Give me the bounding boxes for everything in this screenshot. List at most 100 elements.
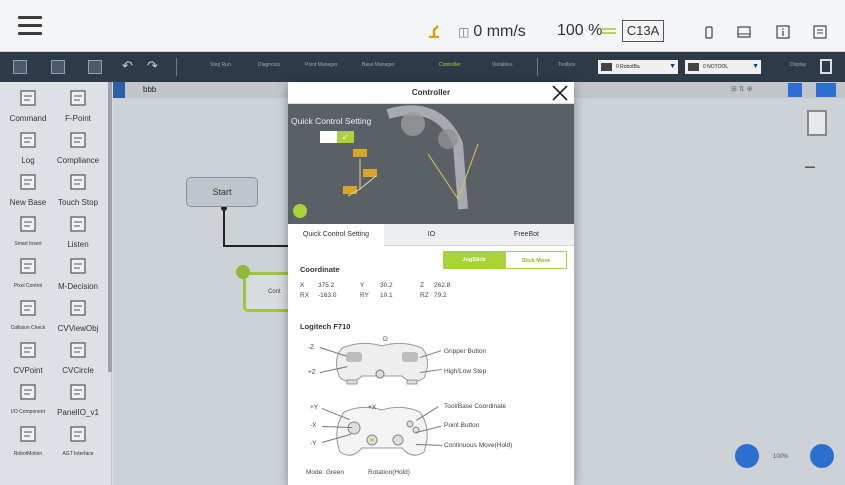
project-tab[interactable]: bbb bbox=[143, 85, 156, 94]
coord-rx-label: RX bbox=[300, 292, 310, 299]
tab-controller[interactable]: Controller bbox=[439, 62, 461, 68]
controller-id-badge[interactable]: C13A bbox=[622, 20, 664, 42]
coord-y-value: 30.2 bbox=[380, 282, 393, 289]
palette-item-label: Compliance bbox=[56, 156, 100, 165]
gamepad-top-image bbox=[336, 342, 428, 385]
palette-item-cv-view[interactable]: CVViewObj bbox=[54, 298, 102, 338]
palette-item-new-base[interactable]: New Base bbox=[4, 172, 52, 212]
palette-item-touch-stop[interactable]: Touch Stop bbox=[54, 172, 102, 212]
palette-item-f-point[interactable]: F-Point bbox=[54, 88, 102, 128]
robot-status-icon bbox=[429, 25, 439, 38]
rotation-label: Rotation(Hold) bbox=[368, 469, 410, 476]
tab-step-run[interactable]: Step Run bbox=[210, 62, 231, 68]
canvas-action-button[interactable] bbox=[788, 83, 802, 97]
start-node[interactable]: Start bbox=[186, 177, 258, 207]
canvas-tools[interactable]: ⊞ ⇅ ⊕ bbox=[731, 85, 753, 93]
coord-z-label: Z bbox=[420, 282, 424, 289]
label-continuous-move: Continuous Move(Hold) bbox=[444, 442, 513, 449]
robot-select[interactable]: 0 RobotBa ▼ bbox=[598, 60, 678, 74]
log-icon bbox=[20, 132, 36, 148]
menu-icon[interactable] bbox=[18, 16, 42, 36]
check-icon: ✓ bbox=[337, 131, 354, 143]
palette-item-io-component[interactable]: I/O Component bbox=[4, 382, 52, 422]
palette-item-cv-point[interactable]: CVPoint bbox=[4, 340, 52, 380]
info-icon[interactable] bbox=[776, 25, 790, 39]
dialog-title: Controller bbox=[411, 88, 451, 97]
cv-circle-icon bbox=[70, 342, 86, 358]
redo-icon[interactable]: ↷ bbox=[147, 58, 158, 74]
speed-percent[interactable]: 100 % bbox=[557, 22, 602, 40]
palette-item-label: M-Decision bbox=[57, 282, 98, 291]
tool-select-value: 0 NOTOOL bbox=[703, 64, 729, 70]
palette-item-collision[interactable]: Collision Check bbox=[4, 298, 52, 338]
flow-connector bbox=[223, 245, 293, 247]
palette-item-log[interactable]: Log bbox=[4, 130, 52, 170]
compliance-icon bbox=[70, 132, 86, 148]
edit-node-icon[interactable] bbox=[236, 265, 250, 279]
chevron-down-icon: ▼ bbox=[752, 63, 759, 70]
m-decision-icon bbox=[70, 258, 86, 274]
tab-io[interactable]: IO bbox=[384, 224, 479, 246]
quick-control-toggle[interactable]: ✓ bbox=[320, 131, 354, 143]
palette-item-command[interactable]: Command bbox=[4, 88, 52, 128]
side-panel-icon[interactable] bbox=[807, 110, 827, 136]
toolbar-divider bbox=[537, 58, 538, 76]
toggle-off-segment bbox=[320, 131, 337, 143]
palette-item-label: F-Point bbox=[65, 114, 91, 123]
tab-diagnosis[interactable]: Diagnosis bbox=[258, 62, 280, 68]
panel-icon[interactable] bbox=[813, 25, 827, 39]
robot-photo: Quick Control Setting ✓ bbox=[288, 104, 574, 224]
listen-icon bbox=[70, 216, 86, 232]
smart-insert-icon bbox=[20, 216, 36, 232]
palette-scrollbar[interactable] bbox=[108, 82, 112, 372]
toolbar: ↶ ↷ Step Run Diagnosis Point Manager Bas… bbox=[0, 52, 845, 82]
open-icon[interactable] bbox=[51, 60, 65, 74]
new-base-icon bbox=[20, 174, 36, 190]
dialog-header: Controller bbox=[288, 82, 574, 104]
palette-item-panel-io[interactable]: PanelIO_v1 bbox=[54, 382, 102, 422]
palette-item-m-decision[interactable]: M-Decision bbox=[54, 256, 102, 296]
coord-z-value: 262.8 bbox=[434, 282, 451, 289]
tool-select-icon bbox=[688, 63, 699, 71]
coord-ry-value: 10.1 bbox=[380, 292, 393, 299]
tab-freebot[interactable]: FreeBot bbox=[479, 224, 574, 246]
close-icon[interactable] bbox=[551, 84, 569, 102]
dialog-tabs: Quick Control Setting IO FreeBot bbox=[288, 224, 574, 246]
tool-select[interactable]: 0 NOTOOL ▼ bbox=[685, 60, 761, 74]
palette-item-smart-insert[interactable]: Smart Insert bbox=[4, 214, 52, 254]
flow-connector bbox=[223, 207, 225, 247]
save-as-icon[interactable] bbox=[88, 60, 102, 74]
palette-item-agt-interface[interactable]: AGT Interface bbox=[54, 424, 102, 464]
layout-icon[interactable] bbox=[820, 59, 832, 74]
tab-variables[interactable]: Variables bbox=[492, 62, 512, 68]
palette-item-pixel-control[interactable]: Pixel Control bbox=[4, 256, 52, 296]
save-icon[interactable] bbox=[13, 60, 27, 74]
palette-item-label: Smart Insert bbox=[14, 241, 42, 247]
undo-icon[interactable]: ↶ bbox=[122, 58, 133, 74]
speed-indicator: ◫ 0 mm/s bbox=[458, 22, 526, 42]
zoom-out-button[interactable] bbox=[735, 444, 759, 468]
zoom-in-button[interactable] bbox=[810, 444, 834, 468]
phone-icon[interactable] bbox=[702, 25, 716, 39]
palette-item-label: CVCircle bbox=[62, 366, 94, 375]
palette-item-listen[interactable]: Listen bbox=[54, 214, 102, 254]
palette-item-cv-circle[interactable]: CVCircle bbox=[54, 340, 102, 380]
palette-item-label: Collision Check bbox=[10, 325, 46, 331]
display-button[interactable]: Display bbox=[790, 62, 806, 68]
tab-quick-control-setting[interactable]: Quick Control Setting bbox=[288, 224, 384, 246]
robot-select-icon bbox=[601, 63, 612, 71]
canvas-corner-icon[interactable] bbox=[113, 82, 125, 98]
chevron-down-icon: ▼ bbox=[669, 63, 676, 70]
palette-item-compliance[interactable]: Compliance bbox=[54, 130, 102, 170]
tab-toolbox[interactable]: Toolbox bbox=[558, 62, 575, 68]
jogstick-button[interactable]: JogStick bbox=[443, 251, 505, 269]
refresh-icon[interactable] bbox=[293, 204, 307, 218]
palette-item-robot-motion[interactable]: RobotMotion bbox=[4, 424, 52, 464]
window-icon[interactable] bbox=[737, 25, 751, 39]
stick-move-button[interactable]: Stick Move bbox=[505, 251, 567, 269]
tab-base-manager[interactable]: Base Manager bbox=[362, 62, 395, 68]
palette-item-label: CVPoint bbox=[13, 366, 43, 375]
palette-item-label: PanelIO_v1 bbox=[57, 408, 99, 417]
canvas-dropdown-button[interactable] bbox=[816, 83, 836, 97]
tab-point-manager[interactable]: Point Manager bbox=[305, 62, 338, 68]
